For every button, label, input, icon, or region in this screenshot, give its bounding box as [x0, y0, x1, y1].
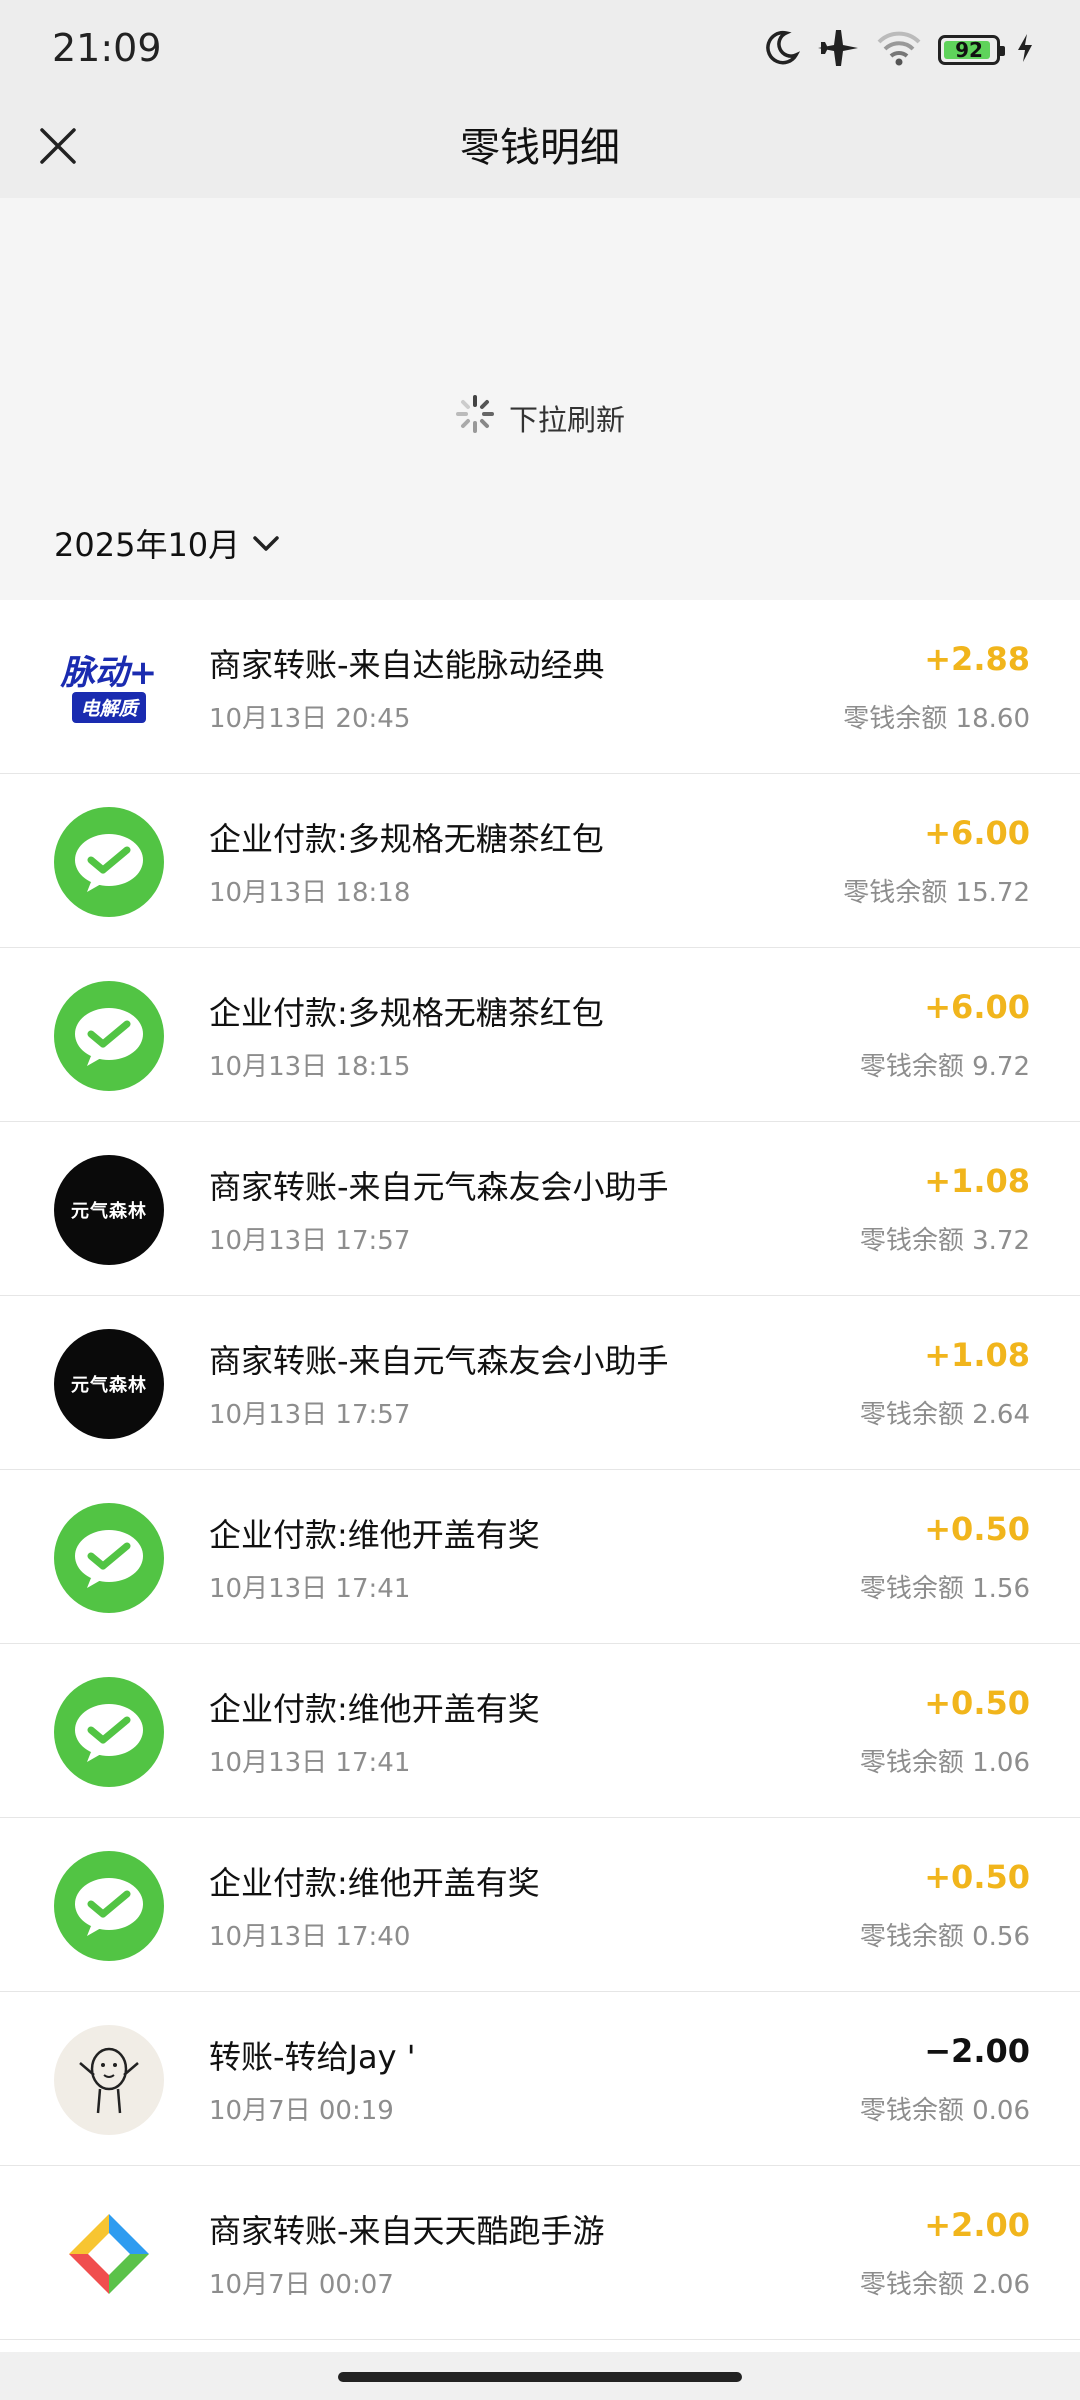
battery-icon: 92 — [938, 35, 1005, 65]
transaction-time: 10月13日 18:15 — [209, 1052, 411, 1082]
genki-forest-logo-icon: 元气森林 — [54, 1155, 164, 1265]
transaction-balance: 零钱余额 18.60 — [843, 704, 1030, 734]
transaction-row[interactable]: 转账-转给Jay ' 10月7日 00:19 −2.00 零钱余额 0.06 — [0, 1992, 1080, 2166]
moon-icon — [762, 29, 801, 71]
wifi-icon — [876, 30, 922, 70]
transaction-balance: 零钱余额 0.06 — [859, 2096, 1030, 2126]
transaction-balance: 零钱余额 3.72 — [859, 1226, 1030, 1256]
gesture-bar — [0, 2352, 1080, 2400]
transaction-amount: +0.50 — [924, 1510, 1030, 1548]
transaction-time: 10月7日 00:07 — [209, 2270, 394, 2300]
transaction-amount: +6.00 — [924, 988, 1030, 1026]
transaction-time: 10月13日 17:57 — [209, 1226, 411, 1256]
month-filter-dropdown[interactable]: 2025年10月 — [54, 520, 280, 566]
wechat-icon — [54, 807, 164, 917]
status-bar: 21:09 92 — [0, 0, 1080, 98]
home-indicator[interactable] — [338, 2372, 742, 2382]
transaction-row[interactable]: 企业付款:维他开盖有奖 10月13日 17:40 +0.50 零钱余额 0.56 — [0, 1818, 1080, 1992]
transaction-title: 企业付款:维他开盖有奖 — [209, 1690, 540, 1728]
pulse-logo-icon: 脉动+ 电解质 — [54, 633, 164, 743]
transaction-balance: 零钱余额 9.72 — [859, 1052, 1030, 1082]
transaction-row[interactable]: 脉动+ 电解质 商家转账-来自达能脉动经典 10月13日 20:45 +2.88… — [0, 600, 1080, 774]
transaction-title: 转账-转给Jay ' — [209, 2038, 416, 2076]
transaction-balance: 零钱余额 1.06 — [859, 1748, 1030, 1778]
transaction-time: 10月13日 17:41 — [209, 1748, 411, 1778]
transaction-amount: +6.00 — [924, 814, 1030, 852]
transaction-title: 商家转账-来自达能脉动经典 — [209, 646, 605, 684]
doodle-avatar-icon — [54, 2025, 164, 2135]
transaction-title: 商家转账-来自天天酷跑手游 — [209, 2212, 605, 2250]
pull-refresh-label: 下拉刷新 — [508, 402, 625, 437]
transaction-amount: +2.00 — [924, 2206, 1030, 2244]
status-time: 21:09 — [52, 26, 162, 70]
transaction-amount: +1.08 — [924, 1162, 1030, 1200]
divider — [0, 2339, 1080, 2340]
wechat-icon — [54, 1851, 164, 1961]
transaction-amount: +0.50 — [924, 1858, 1030, 1896]
transaction-balance: 零钱余额 15.72 — [843, 878, 1030, 908]
transaction-row[interactable]: 企业付款:多规格无糖茶红包 10月13日 18:15 +6.00 零钱余额 9.… — [0, 948, 1080, 1122]
transaction-time: 10月13日 18:18 — [209, 878, 411, 908]
transaction-time: 10月13日 17:40 — [209, 1922, 411, 1952]
transaction-title: 企业付款:多规格无糖茶红包 — [209, 820, 604, 858]
pulse-logo-subtext: 电解质 — [72, 691, 146, 723]
nav-bar: 零钱明细 — [0, 98, 1080, 198]
airplane-icon — [816, 28, 860, 72]
transaction-list: 脉动+ 电解质 商家转账-来自达能脉动经典 10月13日 20:45 +2.88… — [0, 600, 1080, 2340]
transaction-amount: −2.00 — [924, 2032, 1030, 2070]
transaction-title: 商家转账-来自元气森友会小助手 — [209, 1168, 669, 1206]
transaction-time: 10月13日 17:41 — [209, 1574, 411, 1604]
transaction-row[interactable]: 元气森林 商家转账-来自元气森友会小助手 10月13日 17:57 +1.08 … — [0, 1122, 1080, 1296]
page-title: 零钱明细 — [460, 125, 620, 171]
transaction-balance: 零钱余额 1.56 — [859, 1574, 1030, 1604]
wechat-icon — [54, 1503, 164, 1613]
transaction-row[interactable]: 企业付款:维他开盖有奖 10月13日 17:41 +0.50 零钱余额 1.06 — [0, 1644, 1080, 1818]
pull-refresh-area[interactable]: 下拉刷新 2025年10月 — [0, 198, 1080, 600]
month-filter-label: 2025年10月 — [54, 526, 241, 564]
transaction-row[interactable]: 商家转账-来自天天酷跑手游 10月7日 00:07 +2.00 零钱余额 2.0… — [0, 2166, 1080, 2340]
loading-spinner-icon — [455, 394, 495, 441]
chevron-down-icon — [252, 524, 280, 562]
status-icons: 92 — [762, 28, 1034, 72]
transaction-row[interactable]: 企业付款:多规格无糖茶红包 10月13日 18:18 +6.00 零钱余额 15… — [0, 774, 1080, 948]
transaction-balance: 零钱余额 2.06 — [859, 2270, 1030, 2300]
transaction-amount: +2.88 — [924, 640, 1030, 678]
genki-forest-logo-text: 元气森林 — [71, 1201, 147, 1222]
transaction-balance: 零钱余额 2.64 — [859, 1400, 1030, 1430]
pulse-logo-text: 脉动+ — [60, 652, 158, 693]
genki-forest-logo-icon: 元气森林 — [54, 1329, 164, 1439]
transaction-row[interactable]: 元气森林 商家转账-来自元气森友会小助手 10月13日 17:57 +1.08 … — [0, 1296, 1080, 1470]
transaction-time: 10月13日 20:45 — [209, 704, 411, 734]
genki-forest-logo-text: 元气森林 — [71, 1375, 147, 1396]
wechat-icon — [54, 1677, 164, 1787]
pull-refresh-indicator: 下拉刷新 — [0, 394, 1080, 441]
transaction-title: 企业付款:多规格无糖茶红包 — [209, 994, 604, 1032]
transaction-time: 10月7日 00:19 — [209, 2096, 394, 2126]
transaction-amount: +0.50 — [924, 1684, 1030, 1722]
transaction-title: 企业付款:维他开盖有奖 — [209, 1864, 540, 1902]
charging-icon — [1016, 33, 1034, 67]
transaction-title: 企业付款:维他开盖有奖 — [209, 1516, 540, 1554]
battery-level: 92 — [955, 38, 983, 62]
game-logo-icon — [54, 2199, 164, 2309]
wechat-icon — [54, 981, 164, 1091]
transaction-time: 10月13日 17:57 — [209, 1400, 411, 1430]
transaction-balance: 零钱余额 0.56 — [859, 1922, 1030, 1952]
transaction-row[interactable]: 企业付款:维他开盖有奖 10月13日 17:41 +0.50 零钱余额 1.56 — [0, 1470, 1080, 1644]
transaction-title: 商家转账-来自元气森友会小助手 — [209, 1342, 669, 1380]
transaction-amount: +1.08 — [924, 1336, 1030, 1374]
